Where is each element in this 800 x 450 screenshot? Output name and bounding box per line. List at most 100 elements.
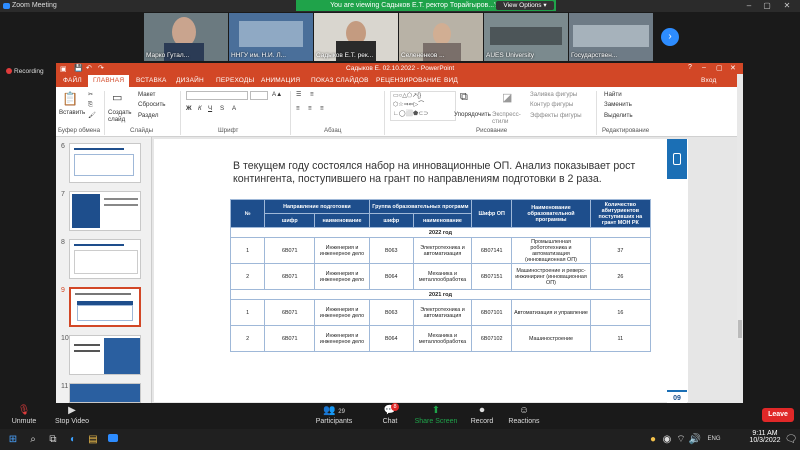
shape-outline-button[interactable]: Контур фигуры (530, 101, 573, 108)
font-size-dropdown[interactable] (250, 91, 268, 100)
shape-effects-button[interactable]: Эффекты фигуры (530, 112, 582, 119)
maximize-icon[interactable]: ▢ (760, 1, 774, 11)
minimize-icon[interactable]: – (742, 1, 756, 11)
new-slide-button[interactable]: Создать слайд (108, 109, 134, 123)
file-explorer-icon[interactable]: ▤ (86, 433, 100, 446)
slide-thumbnail[interactable] (69, 335, 141, 375)
tab-transitions[interactable]: ПЕРЕХОДЫ (216, 77, 254, 84)
gallery-next-icon[interactable]: › (661, 28, 679, 46)
copy-icon[interactable]: ⎘ (88, 101, 93, 109)
col-op-code: Шифр ОП (472, 200, 512, 228)
section-button[interactable]: Раздел (138, 112, 158, 119)
quick-styles-button[interactable]: Экспресс-стили (492, 111, 522, 125)
slide-thumbnail[interactable] (69, 383, 141, 403)
network-icon[interactable]: ⌔ (674, 433, 688, 446)
find-button[interactable]: Найти (604, 91, 622, 98)
volume-icon[interactable]: 🔊 (688, 433, 702, 446)
ppt-app-icon: ▣ (60, 65, 67, 73)
search-icon[interactable]: ⌕ (26, 433, 40, 446)
ribbon-divider (290, 91, 291, 135)
slide-number: 8 (61, 239, 65, 246)
bullets-icon[interactable]: ☰ (296, 91, 302, 98)
tab-file[interactable]: ФАЙЛ (59, 77, 86, 84)
shape-fill-button[interactable]: Заливка фигуры (530, 91, 577, 98)
replace-button[interactable]: Заменить (604, 101, 632, 108)
windows-start-icon[interactable]: ⊞ (6, 433, 20, 446)
tab-review[interactable]: РЕЦЕНЗИРОВАНИЕ (376, 77, 441, 84)
new-slide-icon[interactable]: ▭ (112, 91, 122, 104)
bold-icon[interactable]: Ж (186, 105, 192, 112)
view-options-button[interactable]: View Options ▾ (496, 1, 554, 10)
participant-video[interactable]: AUES University (484, 13, 568, 61)
slide-thumbnail[interactable] (69, 239, 141, 279)
participants-button[interactable]: 👥 29Participants (304, 403, 364, 425)
participant-video[interactable]: Государствен... (569, 13, 653, 61)
reactions-button[interactable]: ☺Reactions (494, 403, 554, 425)
redo-icon[interactable]: ↷ (98, 64, 104, 72)
quick-styles-icon[interactable]: ◪ (502, 91, 512, 104)
system-clock[interactable]: 9:11 AM 10/3/2022 (745, 430, 785, 444)
numbering-icon[interactable]: ≡ (310, 91, 314, 98)
scrollbar-thumb[interactable] (738, 320, 742, 338)
stop-video-button[interactable]: ▶Stop Video (42, 403, 102, 425)
help-icon[interactable]: ? (688, 64, 692, 71)
participant-video[interactable]: Селененков ... (399, 13, 483, 61)
grow-font-icon[interactable]: A▲ (272, 91, 282, 98)
font-name-dropdown[interactable] (186, 91, 248, 100)
underline-icon[interactable]: Ч (208, 105, 212, 112)
tray-icon[interactable]: ◉ (660, 433, 674, 446)
tab-home[interactable]: ГЛАВНАЯ (88, 75, 129, 87)
ppt-close-icon[interactable]: ✕ (730, 64, 736, 72)
paste-button[interactable]: Вставить (59, 109, 85, 116)
slide-thumbnail[interactable] (69, 143, 141, 183)
shapes-gallery[interactable]: ▭○△⬠↗{}⬡☆⇒⇐▷⌒∟◯⬜⬟⊂⊃ (390, 91, 456, 121)
zoom-taskbar-icon[interactable] (106, 433, 120, 446)
cell: Инженерия и инженерное дело (315, 264, 369, 290)
sign-in-link[interactable]: Вход (701, 77, 717, 84)
ppt-restore-icon[interactable]: ▢ (716, 64, 723, 72)
align-left-icon[interactable]: ≡ (296, 105, 300, 112)
font-color-icon[interactable]: A (232, 105, 236, 112)
leave-button[interactable]: Leave (762, 408, 794, 422)
tab-insert[interactable]: ВСТАВКА (136, 77, 167, 84)
layout-button[interactable]: Макет (138, 91, 156, 98)
chat-unread-badge: 8 (391, 403, 399, 411)
task-view-icon[interactable]: ⧉ (46, 433, 60, 446)
participant-video[interactable]: ННГУ им. Н.И. Л... (229, 13, 313, 61)
arrange-button[interactable]: Упорядочить (454, 111, 491, 118)
close-icon[interactable]: ✕ (780, 1, 794, 11)
edge-icon[interactable]: ◐ (66, 433, 80, 446)
col-op-name: Наименование образовательной программы (512, 200, 590, 228)
cell: 1 (231, 300, 265, 326)
reset-button[interactable]: Сбросить (138, 101, 166, 108)
slide-thumbnail[interactable] (69, 191, 141, 231)
language-indicator[interactable]: ENG (704, 433, 724, 446)
italic-icon[interactable]: К (198, 105, 202, 112)
save-icon[interactable]: 💾 (74, 64, 83, 72)
tab-design[interactable]: ДИЗАЙН (176, 77, 204, 84)
paste-icon[interactable]: 📋 (62, 91, 78, 107)
year-row: 2021 год (231, 290, 651, 300)
align-right-icon[interactable]: ≡ (320, 105, 324, 112)
vertical-scrollbar[interactable] (737, 74, 743, 340)
format-painter-icon[interactable]: 🖌 (88, 111, 96, 119)
strikethrough-icon[interactable]: S (220, 105, 224, 112)
participant-video[interactable]: Марко Гутал... (144, 13, 228, 61)
tab-slideshow[interactable]: ПОКАЗ СЛАЙДОВ (311, 77, 369, 84)
undo-icon[interactable]: ↶ (86, 64, 92, 72)
participant-video[interactable]: Садыков Е.Т. рек... (314, 13, 398, 61)
slide-thumbnail-selected[interactable] (69, 287, 141, 327)
cell: Механика и металлообработка (413, 326, 471, 352)
select-button[interactable]: Выделить (604, 112, 633, 119)
notifications-icon[interactable]: 🗨 (784, 433, 798, 446)
ribbon-tabs: ФАЙЛ ГЛАВНАЯ ВСТАВКА ДИЗАЙН ПЕРЕХОДЫ АНИ… (56, 75, 743, 87)
norton-tray-icon[interactable]: ● (646, 433, 660, 446)
cell: Инженерия и инженерное дело (315, 300, 369, 326)
ppt-minimize-icon[interactable]: – (702, 64, 706, 71)
align-center-icon[interactable]: ≡ (308, 105, 312, 112)
arrange-icon[interactable]: ⧉ (460, 91, 468, 104)
cell: В064 (369, 326, 413, 352)
cut-icon[interactable]: ✂ (88, 91, 93, 98)
tab-animation[interactable]: АНИМАЦИЯ (261, 77, 300, 84)
tab-view[interactable]: ВИД (444, 77, 458, 84)
